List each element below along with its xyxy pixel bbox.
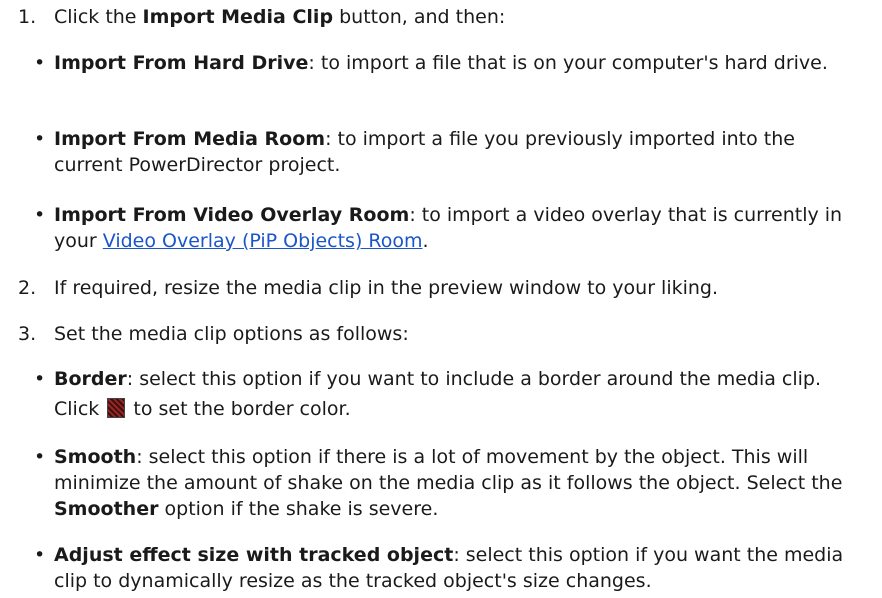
step-text: If required, resize the media clip in th… xyxy=(54,277,719,299)
option-title: Smooth xyxy=(54,446,137,468)
bullet-icon: • xyxy=(34,446,46,468)
step-number: 3. xyxy=(18,323,37,345)
option-title: Import From Video Overlay Room xyxy=(54,204,410,226)
option-description: : select this option if there is a lot o… xyxy=(54,446,843,494)
import-option-video-overlay-room: • Import From Video Overlay Room: to imp… xyxy=(34,202,854,254)
step-number: 2. xyxy=(18,277,37,299)
option-description-after-icon: to set the border color. xyxy=(127,398,351,420)
border-color-swatch-icon[interactable] xyxy=(107,398,126,418)
bullet-icon: • xyxy=(34,128,46,150)
video-overlay-room-link[interactable]: Video Overlay (PiP Objects) Room xyxy=(103,230,423,252)
option-title: Import From Hard Drive xyxy=(54,52,309,74)
option-title: Adjust effect size with tracked object xyxy=(54,544,454,566)
clip-option-border: • Border: select this option if you want… xyxy=(34,364,854,424)
option-description: : to import a file that is on your compu… xyxy=(308,52,828,74)
smoother-label: Smoother xyxy=(54,498,159,520)
import-option-media-room: • Import From Media Room: to import a fi… xyxy=(34,126,854,178)
option-description-end: option if the shake is severe. xyxy=(158,498,439,520)
import-media-clip-label: Import Media Clip xyxy=(142,6,334,28)
option-title: Border xyxy=(54,368,127,390)
bullet-icon: • xyxy=(34,368,46,390)
import-option-hard-drive: • Import From Hard Drive: to import a fi… xyxy=(34,50,854,76)
step-number: 1. xyxy=(18,6,37,28)
clip-option-adjust-effect-size: • Adjust effect size with tracked object… xyxy=(34,542,854,594)
step-text: Set the media clip options as follows: xyxy=(54,323,409,345)
step-text-after: button, and then: xyxy=(333,6,506,28)
bullet-icon: • xyxy=(34,52,46,74)
step-text: Click the Import Media Clip button, and … xyxy=(54,4,854,30)
bullet-icon: • xyxy=(34,544,46,566)
step-text-before: Click the xyxy=(54,6,143,28)
clip-option-smooth: • Smooth: select this option if there is… xyxy=(34,444,854,522)
option-description-end: . xyxy=(422,230,429,252)
bullet-icon: • xyxy=(34,204,46,226)
option-title: Import From Media Room xyxy=(54,128,326,150)
